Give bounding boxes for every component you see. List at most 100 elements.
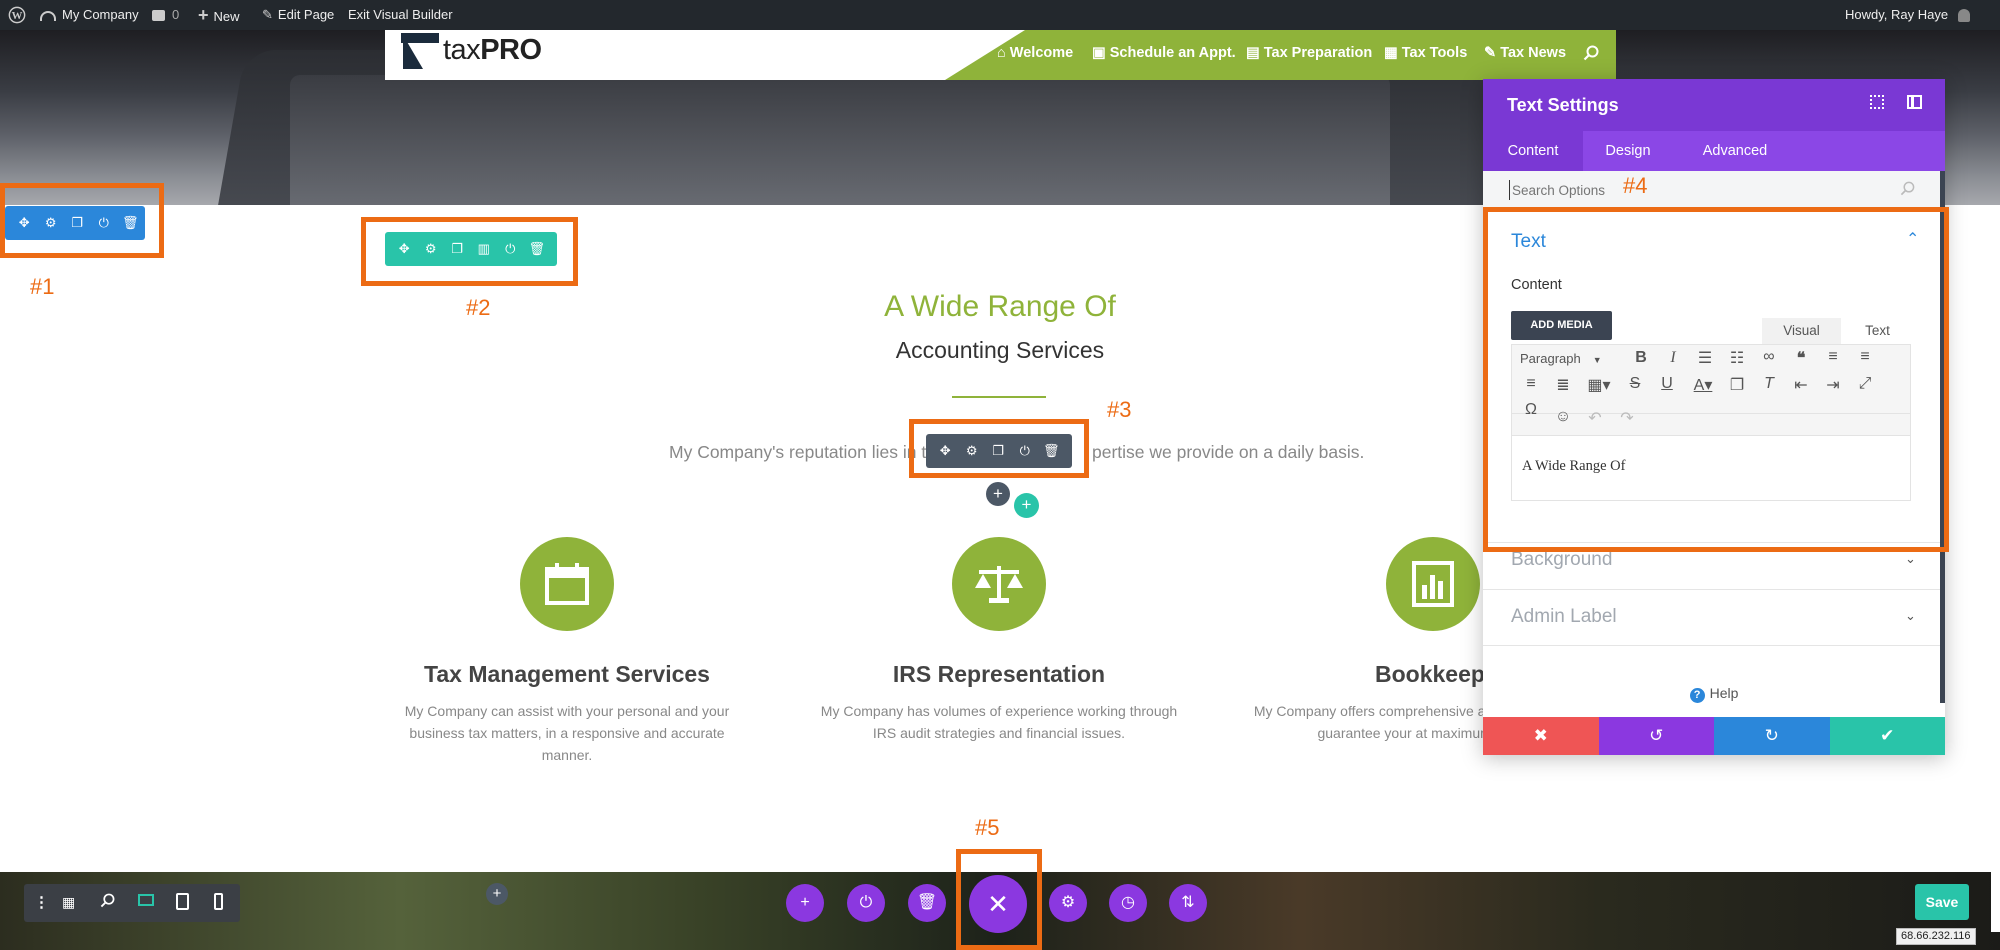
- edit-icon: ✎: [1484, 45, 1501, 61]
- tab-design[interactable]: Design: [1583, 131, 1673, 171]
- tab-content[interactable]: Content: [1483, 131, 1583, 171]
- search-icon[interactable]: [1583, 45, 1599, 66]
- logo-icon: [403, 35, 423, 69]
- snap-sidebar-icon[interactable]: [1907, 95, 1922, 109]
- tagline-text: My Company's reputation lies in th: [669, 442, 936, 462]
- comment-icon: [152, 10, 165, 22]
- search-bar: [1483, 171, 1945, 208]
- wireframe-icon[interactable]: ▦: [62, 894, 75, 911]
- duplicate-icon[interactable]: ❐: [64, 206, 91, 240]
- fullscreen-icon[interactable]: [1870, 95, 1884, 109]
- help-link[interactable]: ? Help: [1483, 685, 1945, 703]
- service-title: IRS Representation: [892, 661, 1106, 687]
- callout-label-4: #4: [1623, 173, 1648, 198]
- save-changes-button[interactable]: ✔: [1829, 717, 1945, 755]
- zoom-icon[interactable]: [100, 893, 115, 913]
- admin-label-section-toggle[interactable]: Admin Label: [1511, 606, 1617, 628]
- heading-divider: [952, 396, 1046, 398]
- row-toolbar: ✥ ⚙ ❐ ▥ ⏻ 🗑: [385, 232, 557, 266]
- power-icon[interactable]: ⏻: [497, 232, 524, 266]
- panel-title: Text Settings: [1507, 95, 1619, 115]
- view-mode-toolbar: ⋮ ▦: [24, 884, 240, 922]
- move-icon[interactable]: ✥: [11, 206, 38, 240]
- power-icon[interactable]: ⏻: [1012, 434, 1039, 468]
- add-button[interactable]: +: [786, 884, 824, 922]
- plus-icon: +: [198, 5, 209, 25]
- add-module-button[interactable]: +: [986, 482, 1010, 506]
- more-icon[interactable]: ⋮: [34, 893, 49, 911]
- calendar-icon: ▣: [1092, 45, 1110, 61]
- delete-icon[interactable]: 🗑: [1038, 434, 1065, 468]
- settings-icon[interactable]: ⚙: [418, 232, 445, 266]
- page-settings-button[interactable]: ⚙: [1049, 884, 1087, 922]
- scrollbar-edge: [1991, 872, 2000, 932]
- file-icon: ▤: [1246, 45, 1264, 61]
- delete-icon[interactable]: 🗑: [117, 206, 144, 240]
- admin-bar: W My Company 0 + New ✎ Edit Page Exit Visu…: [0, 0, 2000, 30]
- history-button[interactable]: ◷: [1109, 884, 1147, 922]
- pencil-icon: ✎: [262, 7, 273, 22]
- home-icon: ⌂: [997, 45, 1010, 61]
- tab-advanced[interactable]: Advanced: [1675, 131, 1795, 171]
- comments-link[interactable]: 0: [152, 0, 179, 30]
- panel-tabs: Content Design Advanced: [1483, 131, 1945, 171]
- scale-icon: [952, 537, 1046, 631]
- close-menu-button[interactable]: ✕: [969, 875, 1027, 933]
- disable-button[interactable]: ⏻: [847, 884, 885, 922]
- module-toolbar: ✥ ⚙ ❐ ⏻ 🗑: [926, 434, 1072, 468]
- user-avatar-icon: [1958, 9, 1971, 23]
- discard-button[interactable]: ✖: [1483, 717, 1599, 755]
- background-section-toggle[interactable]: Background: [1511, 549, 1612, 571]
- service-description: My Company has volumes of experience wor…: [820, 703, 1178, 741]
- exit-visual-builder-link[interactable]: Exit Visual Builder: [348, 0, 453, 30]
- site-name-link[interactable]: My Company: [40, 0, 139, 30]
- settings-icon[interactable]: ⚙: [38, 206, 65, 240]
- search-icon: [1900, 181, 1915, 201]
- settings-icon[interactable]: ⚙: [959, 434, 986, 468]
- chart-icon: [1386, 537, 1480, 631]
- redo-button[interactable]: ↻: [1714, 717, 1830, 755]
- nav-tax-news[interactable]: ✎ Tax News: [1484, 45, 1566, 61]
- portability-button[interactable]: ⇅: [1169, 884, 1207, 922]
- callout-label-5: #5: [975, 815, 1000, 840]
- panel-footer: ✖ ↺ ↻ ✔: [1483, 717, 1945, 755]
- ip-address-tooltip: 68.66.232.116: [1896, 928, 1976, 945]
- site-logo[interactable]: taxPRO: [443, 34, 542, 67]
- site-header: taxPRO ⌂ Welcome ▣ Schedule an Appt. ▤ T…: [385, 30, 1616, 80]
- calculator-icon: ▦: [1384, 45, 1402, 61]
- phone-view-icon[interactable]: [214, 893, 223, 910]
- chevron-down-icon[interactable]: ⌄: [1905, 608, 1916, 624]
- calendar-icon: [520, 537, 614, 631]
- service-title: Tax Management Services: [424, 661, 710, 687]
- tablet-view-icon[interactable]: [176, 893, 189, 910]
- columns-icon[interactable]: ▥: [471, 232, 498, 266]
- duplicate-icon[interactable]: ❐: [444, 232, 471, 266]
- wordpress-logo-icon[interactable]: W: [8, 0, 28, 30]
- nav-tax-tools[interactable]: ▦ Tax Tools: [1384, 45, 1467, 61]
- section-toolbar: ✥ ⚙ ❐ ⏻ 🗑: [5, 206, 145, 240]
- search-options-input[interactable]: [1509, 180, 1839, 200]
- delete-icon[interactable]: 🗑: [524, 232, 551, 266]
- move-icon[interactable]: ✥: [932, 434, 959, 468]
- add-section-button[interactable]: +: [486, 883, 508, 905]
- nav-welcome[interactable]: ⌂ Welcome: [997, 45, 1073, 61]
- duplicate-icon[interactable]: ❐: [985, 434, 1012, 468]
- edit-page-link[interactable]: ✎ Edit Page: [262, 0, 334, 30]
- user-greeting[interactable]: Howdy, Ray Haye: [1845, 0, 1971, 30]
- add-row-button[interactable]: +: [1014, 493, 1039, 518]
- chevron-down-icon[interactable]: ⌄: [1905, 551, 1916, 567]
- callout-box-4: [1483, 207, 1949, 552]
- svg-text:W: W: [12, 10, 23, 22]
- undo-button[interactable]: ↺: [1598, 717, 1714, 755]
- move-icon[interactable]: ✥: [391, 232, 418, 266]
- new-content-link[interactable]: + New: [198, 0, 240, 30]
- clear-layout-button[interactable]: 🗑: [908, 884, 946, 922]
- dashboard-icon: [40, 10, 56, 21]
- desktop-view-icon[interactable]: [138, 894, 154, 906]
- nav-schedule[interactable]: ▣ Schedule an Appt.: [1092, 45, 1236, 61]
- nav-tax-preparation[interactable]: ▤ Tax Preparation: [1246, 45, 1372, 61]
- power-icon[interactable]: ⏻: [91, 206, 118, 240]
- panel-header: Text Settings: [1483, 79, 1945, 131]
- save-button[interactable]: Save: [1915, 884, 1969, 920]
- service-description: My Company can assist with your personal…: [404, 703, 730, 763]
